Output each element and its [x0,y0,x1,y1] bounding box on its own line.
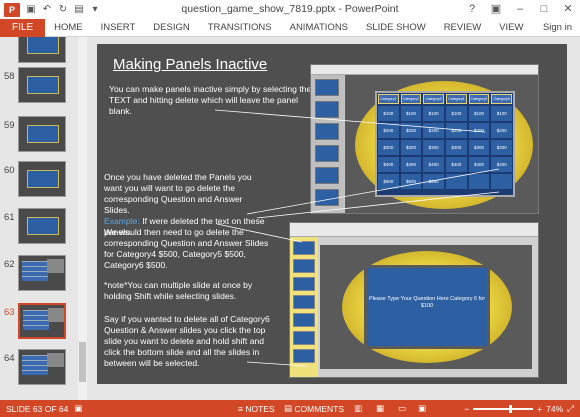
tab-slide-show[interactable]: SLIDE SHOW [357,19,435,37]
tab-review[interactable]: REVIEW [435,19,490,37]
redo-icon[interactable]: ↻ [56,3,70,17]
zoom-level[interactable]: 74% [546,404,563,414]
zoom-in-icon[interactable]: + [537,404,542,414]
scrollbar-thumb[interactable] [79,342,86,382]
tab-home[interactable]: HOME [45,19,92,37]
status-bar: SLIDE 63 OF 64 ▣ ≡ NOTES ▤ COMMENTS ▥ ▦ … [0,400,580,417]
comments-button[interactable]: ▤ COMMENTS [284,403,344,414]
fit-slide-icon[interactable]: ⤢ [567,403,574,414]
slide-sorter-icon[interactable]: ▦ [376,403,384,414]
arrow-line [214,109,486,133]
thumbnail-graphic [22,355,48,375]
slide-thumbnail[interactable] [18,116,66,152]
thumbnail-graphic [47,259,64,273]
comments-label: COMMENTS [294,403,344,414]
slide-thumbnail[interactable] [18,67,66,103]
save-icon[interactable]: ▣ [24,3,38,17]
arrow-line [246,361,308,367]
ribbon-display-icon[interactable]: ▣ [484,0,508,19]
thumbnail-graphic [27,37,59,54]
thumbnail-number: 61 [4,212,15,223]
slide-thumbnail[interactable] [18,161,66,197]
help-icon[interactable]: ? [460,0,484,19]
slideshow-view-icon[interactable]: ▣ [418,403,426,414]
thumbnail-graphic [23,310,49,330]
tab-transitions[interactable]: TRANSITIONS [199,19,281,37]
ribbon-tabs: FILE HOME INSERT DESIGN TRANSITIONS ANIM… [0,18,580,37]
slide-thumbnail[interactable] [18,255,66,291]
thumbnail-number: 64 [4,353,15,364]
zoom-out-icon[interactable]: − [464,404,469,414]
tab-file[interactable]: FILE [0,18,46,37]
thumbnail-number: 58 [4,71,15,82]
thumbnail-graphic [27,217,59,235]
window-controls: ? ▣ – □ ✕ [460,0,580,19]
thumbnail-graphic [27,170,59,188]
notes-label: NOTES [245,403,275,414]
thumbnail-number: 63 [4,307,15,318]
title-bar: P ▣ ↶ ↻ ▤ ▾ question_game_show_7819.pptx… [0,0,580,19]
comments-icon: ▤ [284,403,295,413]
thumbnail-graphic [48,308,64,322]
slide-canvas[interactable]: Making Panels Inactive You can make pane… [97,44,567,384]
slide-count: SLIDE 63 OF 64 [6,403,69,414]
arrow-line [246,168,500,215]
zoom-control: − + 74% ⤢ [464,403,574,414]
zoom-slider[interactable] [473,404,534,413]
start-slideshow-icon[interactable]: ▤ [72,3,86,17]
tab-view[interactable]: VIEW [490,19,532,37]
tab-animations[interactable]: ANIMATIONS [281,19,357,37]
thumbnail-graphic [27,76,59,94]
normal-view-icon[interactable]: ▥ [354,403,362,414]
powerpoint-logo-icon: P [4,2,20,17]
arrow-line [216,223,303,243]
slide-thumbnail[interactable] [18,208,66,244]
thumbnail-graphic [27,125,59,143]
thumbnail-graphic [22,261,48,281]
minimize-icon[interactable]: – [508,0,532,19]
thumbnail-scrollbar[interactable] [78,37,87,400]
notes-icon: ≡ [238,403,246,414]
slide-thumbnail[interactable] [18,349,66,385]
quick-access-toolbar: ▣ ↶ ↻ ▤ ▾ [24,3,104,17]
tab-insert[interactable]: INSERT [92,19,145,37]
sign-in-link[interactable]: Sign in [543,22,572,33]
spellcheck-icon[interactable]: ▣ [74,403,82,414]
thumbnail-graphic [47,353,64,367]
close-icon[interactable]: ✕ [556,0,580,19]
annotation-arrows [214,109,500,367]
reading-view-icon[interactable]: ▭ [398,403,406,414]
zoom-slider-handle[interactable] [509,404,513,413]
slide-thumbnail[interactable] [18,37,66,63]
slide-thumbnail-selected[interactable] [18,303,66,339]
slide-thumbnail-pane: 58 59 60 61 62 63 64 [0,37,88,400]
tab-design[interactable]: DESIGN [144,19,198,37]
thumbnail-number: 59 [4,120,15,131]
thumbnail-number: 60 [4,165,15,176]
customize-icon[interactable]: ▾ [88,3,102,17]
arrow-line [256,191,500,219]
undo-icon[interactable]: ↶ [40,3,54,17]
maximize-icon[interactable]: □ [532,0,556,19]
notes-button[interactable]: ≡ NOTES [238,404,275,414]
thumbnail-number: 62 [4,259,15,270]
